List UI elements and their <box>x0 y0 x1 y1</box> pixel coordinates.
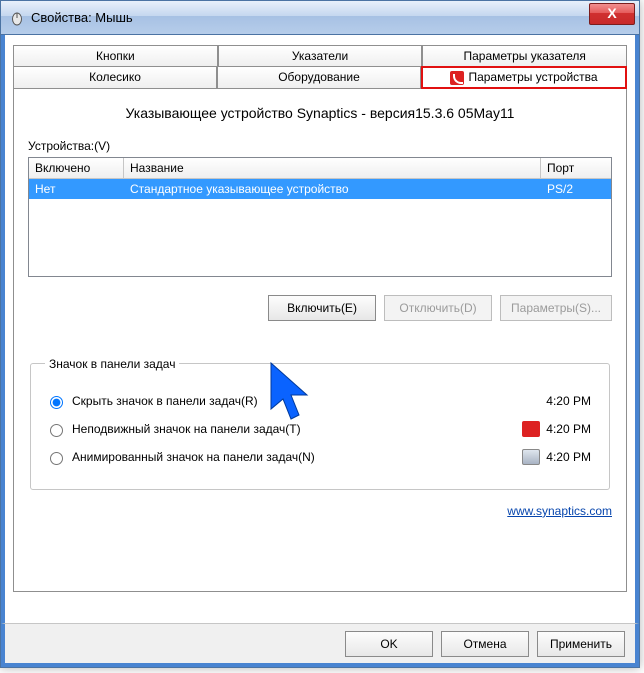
apply-button[interactable]: Применить <box>537 631 625 657</box>
tray-icon-hidden <box>522 393 540 409</box>
parameters-button: Параметры(S)... <box>500 295 612 321</box>
enable-button[interactable]: Включить(E) <box>268 295 376 321</box>
cancel-button[interactable]: Отмена <box>441 631 529 657</box>
tray-preview-hide: 4:20 PM <box>507 391 595 411</box>
tab-buttons[interactable]: Кнопки <box>13 45 218 67</box>
tab-pointer-options[interactable]: Параметры указателя <box>422 45 627 67</box>
tray-option-animated: Анимированный значок на панели задач(N) … <box>45 447 595 467</box>
radio-hide[interactable] <box>50 396 63 409</box>
radio-static-label[interactable]: Неподвижный значок на панели задач(T) <box>45 421 301 437</box>
tab-device-settings-label: Параметры устройства <box>468 70 597 84</box>
link-row: www.synaptics.com <box>28 504 612 518</box>
col-enabled[interactable]: Включено <box>29 158 124 178</box>
tab-panel: Указывающее устройство Synaptics - верси… <box>13 88 627 592</box>
tray-option-hide: Скрыть значок в панели задач(R) 4:20 PM <box>45 391 595 411</box>
tray-icon-group: Значок в панели задач Скрыть значок в па… <box>30 357 610 490</box>
tab-strip: Кнопки Указатели Параметры указателя Кол… <box>13 45 627 89</box>
synaptics-icon <box>450 71 464 85</box>
tray-legend: Значок в панели задач <box>45 357 179 371</box>
cell-port: PS/2 <box>541 179 611 199</box>
action-buttons: Включить(E) Отключить(D) Параметры(S)... <box>28 295 612 321</box>
tab-wheel[interactable]: Колесико <box>13 66 217 89</box>
close-button[interactable]: X <box>589 3 635 25</box>
devices-label: Устройства:(V) <box>28 139 612 153</box>
radio-static[interactable] <box>50 424 63 437</box>
synaptics-link[interactable]: www.synaptics.com <box>507 504 612 518</box>
tab-device-settings[interactable]: Параметры устройства <box>421 66 627 89</box>
tab-pointers[interactable]: Указатели <box>218 45 423 67</box>
radio-hide-label[interactable]: Скрыть значок в панели задач(R) <box>45 393 258 409</box>
disable-button: Отключить(D) <box>384 295 492 321</box>
ok-button[interactable]: OK <box>345 631 433 657</box>
tab-hardware[interactable]: Оборудование <box>217 66 421 89</box>
col-port[interactable]: Порт <box>541 158 611 178</box>
panel-heading: Указывающее устройство Synaptics - верси… <box>28 105 612 121</box>
dialog-footer: OK Отмена Применить <box>1 623 639 667</box>
table-header: Включено Название Порт <box>29 158 611 179</box>
tray-preview-animated: 4:20 PM <box>507 447 595 467</box>
tray-option-static: Неподвижный значок на панели задач(T) 4:… <box>45 419 595 439</box>
tray-icon-static <box>522 421 540 437</box>
window-title: Свойства: Мышь <box>31 10 133 25</box>
col-name[interactable]: Название <box>124 158 541 178</box>
client-area: Кнопки Указатели Параметры указателя Кол… <box>1 35 639 623</box>
mouse-icon <box>9 10 25 26</box>
devices-table[interactable]: Включено Название Порт Нет Стандартное у… <box>28 157 612 277</box>
cell-enabled: Нет <box>29 179 124 199</box>
tray-icon-animated <box>522 449 540 465</box>
radio-animated-label[interactable]: Анимированный значок на панели задач(N) <box>45 449 315 465</box>
cell-name: Стандартное указывающее устройство <box>124 179 541 199</box>
tray-preview-static: 4:20 PM <box>507 419 595 439</box>
table-row[interactable]: Нет Стандартное указывающее устройство P… <box>29 179 611 199</box>
radio-animated[interactable] <box>50 452 63 465</box>
dialog-window: Свойства: Мышь X Кнопки Указатели Параме… <box>0 0 640 668</box>
title-bar[interactable]: Свойства: Мышь X <box>1 1 639 35</box>
